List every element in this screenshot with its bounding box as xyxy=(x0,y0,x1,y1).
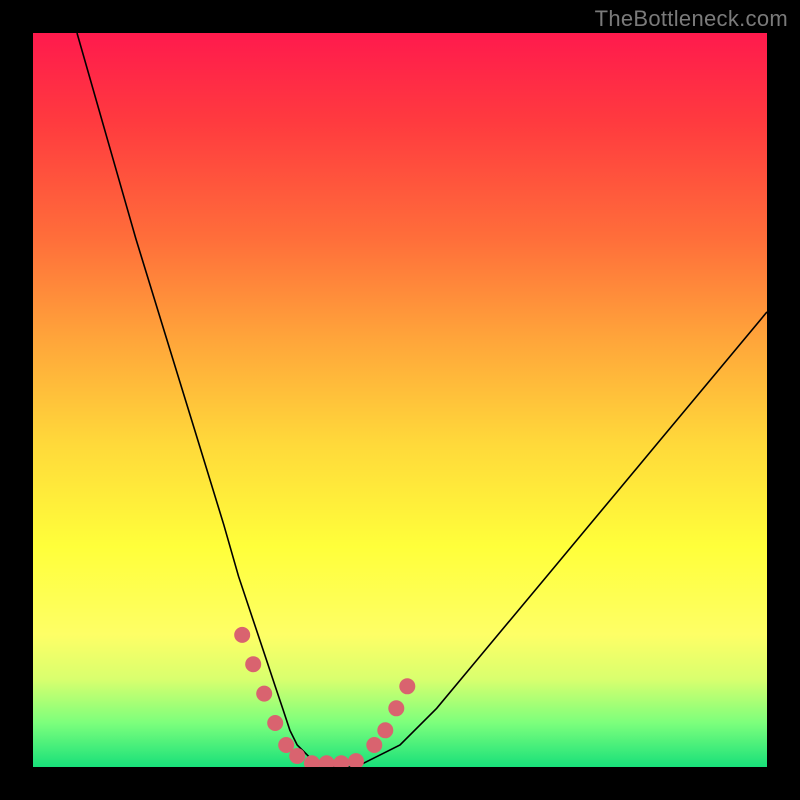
highlight-dot xyxy=(289,748,305,764)
chart-stage: TheBottleneck.com xyxy=(0,0,800,800)
highlight-dot xyxy=(304,755,320,767)
highlight-dot xyxy=(333,755,349,767)
plot-area xyxy=(33,33,767,767)
bottleneck-curve xyxy=(77,33,767,767)
watermark-text: TheBottleneck.com xyxy=(595,6,788,32)
highlight-dot xyxy=(267,715,283,731)
highlight-dot xyxy=(399,678,415,694)
highlight-dot xyxy=(377,722,393,738)
highlight-dot xyxy=(319,755,335,767)
highlight-dot xyxy=(256,686,272,702)
highlight-dot xyxy=(366,737,382,753)
highlight-dot xyxy=(245,656,261,672)
highlight-dot xyxy=(388,700,404,716)
highlight-dot xyxy=(348,753,364,767)
curve-layer xyxy=(33,33,767,767)
highlight-dots xyxy=(234,627,415,767)
highlight-dot xyxy=(234,627,250,643)
